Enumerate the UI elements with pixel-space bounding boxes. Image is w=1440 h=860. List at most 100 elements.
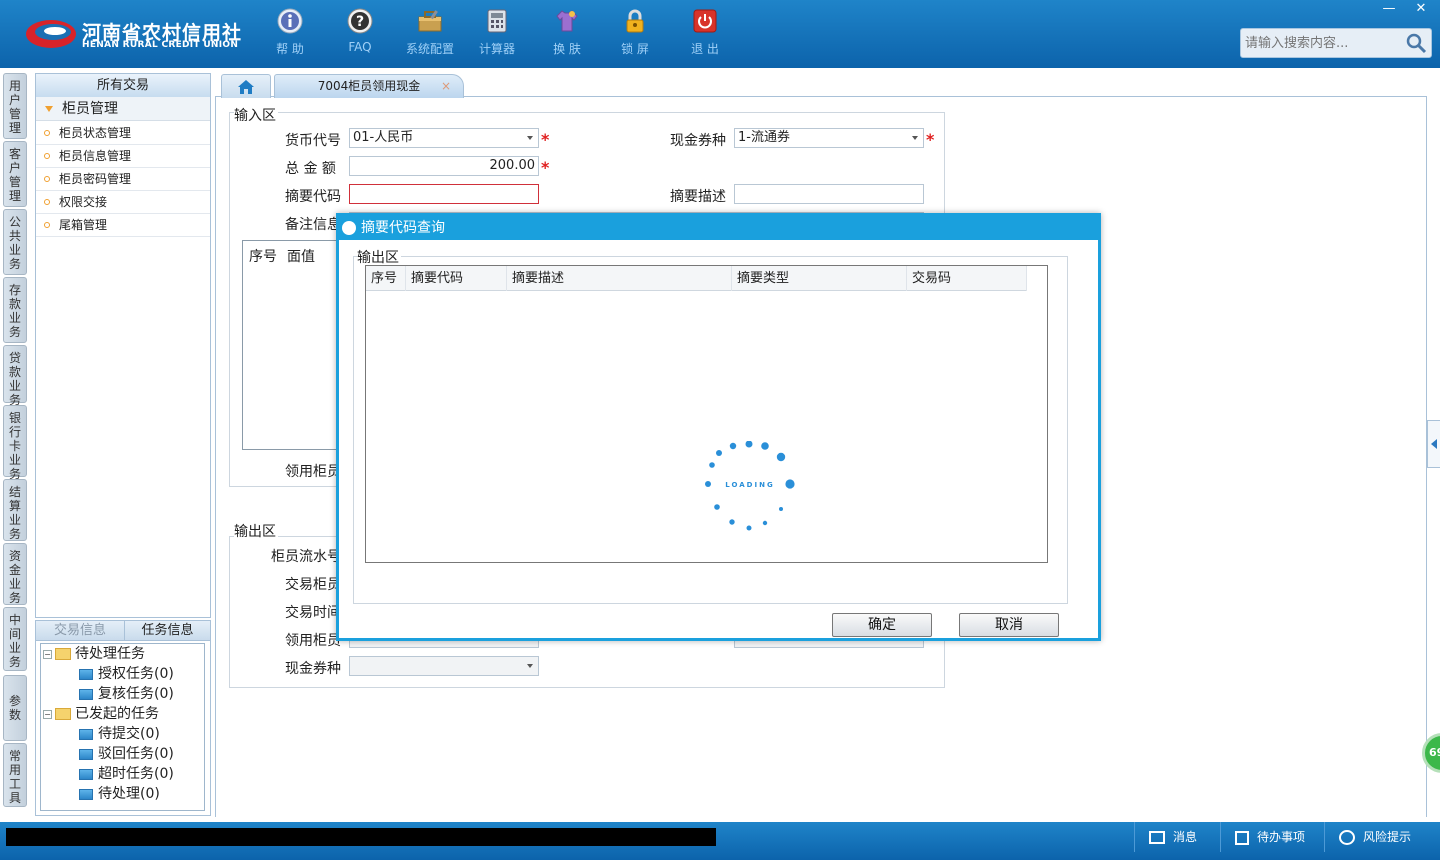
out-cash-type-select [349,656,539,676]
loading-spinner-icon: LOADING [705,441,795,531]
out-receive-teller-label: 领用柜员 [285,633,341,649]
exit-label: 退 出 [691,42,719,56]
folder-icon [55,648,71,660]
tab-transaction-info[interactable]: 交易信息 [36,621,124,641]
window-close-button[interactable]: ✕ [1408,0,1434,18]
collapse-icon[interactable]: − [43,709,52,719]
col-summary-type[interactable]: 摘要类型 [732,266,907,291]
system-config-label: 系统配置 [405,42,454,56]
menu-item-label: 柜员密码管理 [59,172,132,186]
system-config-button[interactable]: 系统配置 [400,8,460,60]
out-cash-type-label: 现金券种 [285,661,341,677]
help-button[interactable]: 帮 助 [260,8,320,60]
search-input[interactable] [1245,34,1405,52]
grid-header: 序号 摘要代码 摘要描述 摘要类型 交易码 [366,266,1027,291]
side-tab-common-tools[interactable]: 常用工具 [3,743,27,807]
group-label: 柜员管理 [62,101,118,117]
tree-node-rejected[interactable]: 驳回任务(0) [79,744,174,764]
side-tab-customer-management[interactable]: 客户管理 [3,141,27,207]
exit-button[interactable]: 退 出 [675,8,735,60]
ok-button[interactable]: 确定 [832,613,932,637]
col-summary-code[interactable]: 摘要代码 [406,266,507,291]
tree-node-label: 驳回任务(0) [98,746,174,762]
status-bar: 消息 待办事项 风险提示 [0,822,1440,860]
col-trade-code[interactable]: 交易码 [907,266,1027,291]
calculator-label: 计算器 [478,42,515,56]
top-bar: 河南省农村信用社 HENAN RURAL CREDIT UNION 帮 助 ? … [0,0,1440,68]
tree-node-to-process[interactable]: 待处理(0) [79,784,160,804]
trade-teller-label: 交易柜员 [285,577,341,593]
envelope-icon [1149,831,1165,844]
tree-node-initiated[interactable]: − 已发起的任务 [43,704,159,724]
change-skin-button[interactable]: 换 肤 [537,8,597,60]
messages-button[interactable]: 消息 [1134,822,1226,852]
close-tab-icon[interactable]: × [441,75,451,97]
teller-management-group[interactable]: 柜员管理 [36,97,210,121]
tree-node-label: 待处理(0) [98,786,160,802]
transaction-menu-panel: 所有交易 柜员管理 柜员状态管理 柜员信息管理 柜员密码管理 权限交接 尾箱管理 [35,73,211,618]
col-summary-desc[interactable]: 摘要描述 [507,266,732,291]
menu-item-teller-info[interactable]: 柜员信息管理 [36,145,210,168]
cash-type-label: 现金券种 [670,133,726,149]
calculator-button[interactable]: 计算器 [467,8,527,60]
speech-bubble-icon [1339,830,1355,845]
all-transactions-header[interactable]: 所有交易 [36,74,210,97]
tree-node-to-submit[interactable]: 待提交(0) [79,724,160,744]
grid-header-index: 序号 [249,249,277,265]
amount-label: 总 金 额 [285,161,336,177]
summary-code-label: 摘要代码 [285,189,341,205]
side-tab-fund-business[interactable]: 资金业务 [3,543,27,605]
menu-item-cash-box[interactable]: 尾箱管理 [36,214,210,237]
col-index[interactable]: 序号 [366,266,406,291]
lock-screen-button[interactable]: 锁 屏 [605,8,665,60]
side-tab-loan-business[interactable]: 贷款业务 [3,345,27,407]
risk-alert-button[interactable]: 风险提示 [1324,822,1440,852]
side-tab-settlement-business[interactable]: 结算业务 [3,479,27,541]
right-collapse-handle[interactable] [1427,420,1440,468]
loading-text: LOADING [725,481,774,489]
tab-home[interactable] [221,74,271,98]
toolbox-icon [418,10,442,32]
cancel-button[interactable]: 取消 [959,613,1059,637]
currency-label: 货币代号 [285,133,341,149]
window-minimize-button[interactable]: — [1376,0,1402,18]
home-icon [238,80,254,94]
tree-node-label: 已发起的任务 [75,706,159,722]
side-tab-user-management[interactable]: 用户管理 [3,73,27,139]
lock-icon [626,9,644,33]
todo-button[interactable]: 待办事项 [1220,822,1324,852]
side-tab-intermediate-business[interactable]: 中间业务 [3,607,27,671]
currency-select[interactable]: 01-人民币 [349,128,539,148]
search-icon[interactable] [1405,32,1427,54]
question-icon: ? [347,8,373,34]
tab-task-info[interactable]: 任务信息 [124,621,210,641]
tree-node-timeout[interactable]: 超时任务(0) [79,764,174,784]
task-panel: 交易信息 任务信息 − 待处理任务 授权任务(0) 复核任务(0) − 已发起的任务… [35,620,211,816]
summary-desc-input[interactable] [734,184,924,204]
side-tab-parameters[interactable]: 参数 [3,675,27,741]
tree-node-authorize[interactable]: 授权任务(0) [79,664,174,684]
tree-node-review[interactable]: 复核任务(0) [79,684,174,704]
tab-teller-receive-cash[interactable]: 7004柜员领用现金 × [274,74,464,98]
chevron-left-icon [1431,439,1437,449]
tree-node-pending[interactable]: − 待处理任务 [43,644,145,664]
search-box[interactable] [1240,28,1432,58]
grid-header-denomination: 面值 [287,249,315,265]
svg-text:?: ? [356,14,364,30]
summary-code-input[interactable] [349,184,539,204]
menu-item-teller-password[interactable]: 柜员密码管理 [36,168,210,191]
task-list-icon [79,788,93,800]
menu-item-label: 柜员信息管理 [59,149,132,163]
side-tab-bank-card-business[interactable]: 银行卡业务 [3,405,27,481]
task-list-icon [79,688,93,700]
menu-item-teller-status[interactable]: 柜员状态管理 [36,122,210,145]
collapse-icon[interactable]: − [43,649,52,659]
cash-type-select[interactable]: 1-流通券 [734,128,924,148]
summary-desc-label: 摘要描述 [670,189,726,205]
menu-item-permission-handover[interactable]: 权限交接 [36,191,210,214]
dialog-title-bar[interactable]: 摘要代码查询 [339,216,1098,240]
faq-button[interactable]: ? FAQ [330,8,390,60]
amount-input[interactable]: 200.00 [349,156,539,176]
side-tab-public-business[interactable]: 公共业务 [3,209,27,275]
side-tab-deposit-business[interactable]: 存款业务 [3,277,27,343]
